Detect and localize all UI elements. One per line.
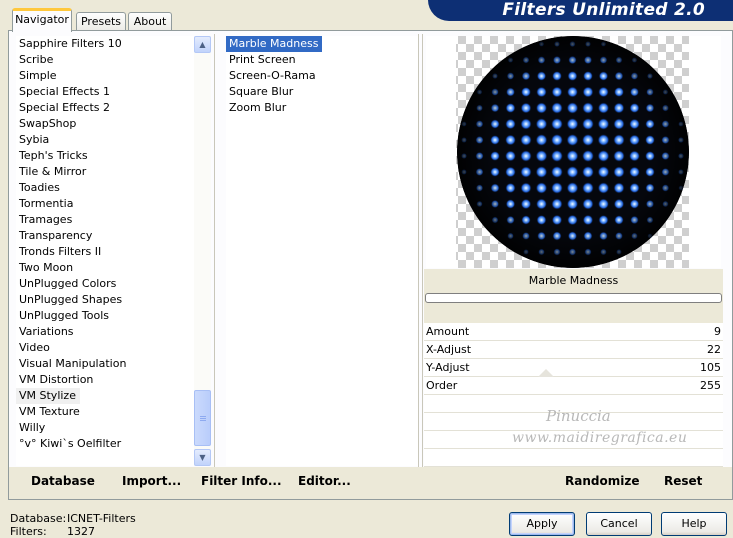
category-item[interactable]: Video bbox=[16, 340, 194, 356]
category-item[interactable]: Special Effects 2 bbox=[16, 100, 194, 116]
filter-item[interactable]: Print Screen bbox=[226, 52, 418, 68]
tab-presets[interactable]: Presets bbox=[76, 12, 126, 31]
database-label: Database: bbox=[10, 512, 67, 525]
preview-image bbox=[426, 36, 721, 268]
param-order[interactable]: Order 255 bbox=[424, 377, 723, 395]
progress-bar bbox=[425, 293, 722, 303]
filter-item[interactable]: Marble Madness bbox=[226, 36, 323, 52]
param-y-adjust[interactable]: Y-Adjust 105 bbox=[424, 359, 723, 377]
parameters-panel: Amount 9 X-Adjust 22 Y-Adjust 105 Order … bbox=[424, 323, 723, 467]
category-item[interactable]: Two Moon bbox=[16, 260, 194, 276]
scroll-up-button[interactable]: ▲ bbox=[194, 36, 211, 53]
category-item[interactable]: Transparency bbox=[16, 228, 194, 244]
watermark-name: Pinuccia bbox=[546, 407, 611, 425]
filter-list[interactable]: Marble Madness Print Screen Screen-O-Rama S… bbox=[226, 36, 418, 466]
category-item[interactable]: Simple bbox=[16, 68, 194, 84]
filter-item[interactable]: Zoom Blur bbox=[226, 100, 418, 116]
category-item[interactable]: Toadies bbox=[16, 180, 194, 196]
app-title: Filters Unlimited 2.0 bbox=[502, 0, 705, 20]
category-item[interactable]: Tormentia bbox=[16, 196, 194, 212]
category-scrollbar[interactable]: ▲ ▼ bbox=[194, 36, 211, 466]
category-item[interactable]: UnPlugged Tools bbox=[16, 308, 194, 324]
category-item[interactable]: Sybia bbox=[16, 132, 194, 148]
filter-item[interactable]: Screen-O-Rama bbox=[226, 68, 418, 84]
filter-name-bar: Marble Madness bbox=[424, 269, 723, 323]
filters-label: Filters: bbox=[10, 525, 47, 538]
slider-indicator bbox=[538, 369, 554, 377]
scroll-thumb[interactable] bbox=[194, 390, 211, 446]
category-item[interactable]: Teph's Tricks bbox=[16, 148, 194, 164]
category-item[interactable]: Willy bbox=[16, 420, 194, 436]
app-banner: Filters Unlimited 2.0 bbox=[428, 0, 733, 21]
category-list[interactable]: Sapphire Filters 10 Scribe Simple Special E… bbox=[16, 36, 194, 466]
category-item[interactable]: Tile & Mirror bbox=[16, 164, 194, 180]
database-button[interactable]: Database bbox=[31, 474, 95, 488]
reset-button[interactable]: Reset bbox=[664, 474, 702, 488]
cancel-button[interactable]: Cancel bbox=[586, 512, 652, 536]
apply-button[interactable]: Apply bbox=[509, 512, 575, 536]
category-item[interactable]: Variations bbox=[16, 324, 194, 340]
param-amount[interactable]: Amount 9 bbox=[424, 323, 723, 341]
database-value: ICNET-Filters bbox=[67, 512, 136, 525]
tab-navigator[interactable]: Navigator bbox=[12, 8, 72, 32]
category-item[interactable]: UnPlugged Colors bbox=[16, 276, 194, 292]
watermark-url: www.maidiregrafica.eu bbox=[512, 430, 688, 446]
category-item[interactable]: Special Effects 1 bbox=[16, 84, 194, 100]
category-item[interactable]: VM Stylize bbox=[16, 388, 80, 404]
category-item[interactable]: UnPlugged Shapes bbox=[16, 292, 194, 308]
filters-count: 1327 bbox=[67, 525, 95, 538]
param-x-adjust[interactable]: X-Adjust 22 bbox=[424, 341, 723, 359]
filter-name-label: Marble Madness bbox=[528, 274, 619, 287]
category-item[interactable]: Tramages bbox=[16, 212, 194, 228]
editor-button[interactable]: Editor... bbox=[298, 474, 351, 488]
bottom-toolbar: Database Import... Filter Info... Editor… bbox=[9, 467, 732, 499]
scroll-down-button[interactable]: ▼ bbox=[194, 449, 211, 466]
category-item[interactable]: °v° Kiwi`s Oelfilter bbox=[16, 436, 194, 452]
category-item[interactable]: SwapShop bbox=[16, 116, 194, 132]
category-item[interactable]: VM Distortion bbox=[16, 372, 194, 388]
tab-about[interactable]: About bbox=[128, 12, 172, 31]
category-item[interactable]: Visual Manipulation bbox=[16, 356, 194, 372]
help-button[interactable]: Help bbox=[661, 512, 727, 536]
category-item[interactable]: Sapphire Filters 10 bbox=[16, 36, 194, 52]
randomize-button[interactable]: Randomize bbox=[565, 474, 639, 488]
category-item[interactable]: Tronds Filters II bbox=[16, 244, 194, 260]
import-button[interactable]: Import... bbox=[122, 474, 181, 488]
filter-info-button[interactable]: Filter Info... bbox=[201, 474, 282, 488]
category-item[interactable]: Scribe bbox=[16, 52, 194, 68]
marble-preview bbox=[456, 36, 689, 268]
filter-item[interactable]: Square Blur bbox=[226, 84, 418, 100]
category-item[interactable]: VM Texture bbox=[16, 404, 194, 420]
